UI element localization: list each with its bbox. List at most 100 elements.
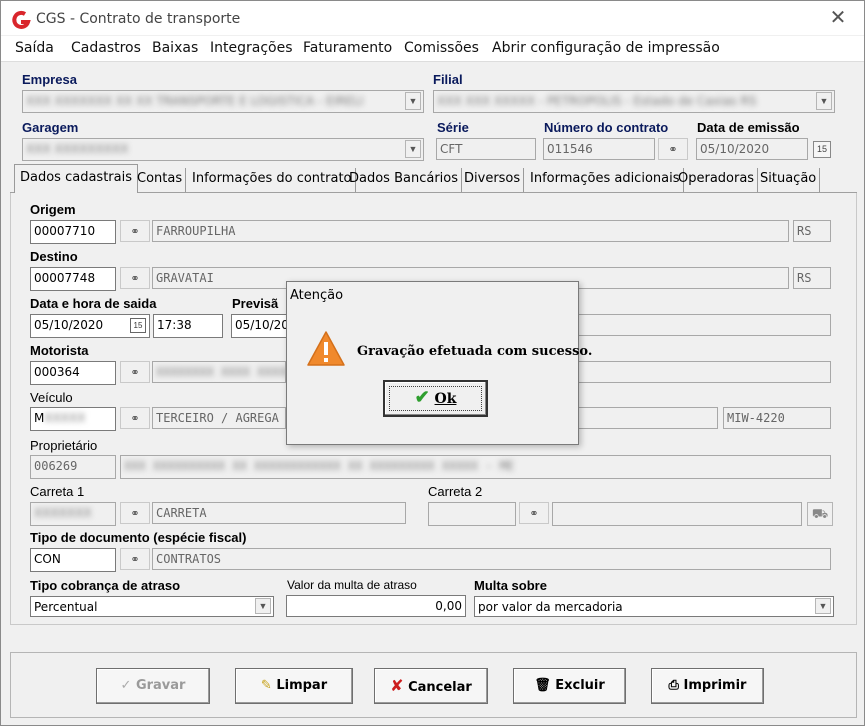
printer-icon: ⎙ bbox=[668, 678, 679, 693]
carreta2-code-field[interactable] bbox=[428, 502, 516, 526]
data-saida-label: Data e hora de saida bbox=[30, 296, 157, 311]
veiculo-type-field: TERCEIRO / AGREGA bbox=[152, 407, 286, 429]
carreta1-label: Carreta 1 bbox=[30, 484, 85, 499]
binoculars-search-icon[interactable]: ⚭ bbox=[120, 220, 150, 242]
gravar-button[interactable]: ✓ Gravar bbox=[96, 668, 210, 704]
numero-contrato-field[interactable]: 011546 bbox=[543, 138, 655, 160]
focus-ring bbox=[389, 386, 482, 411]
motorista-extra-field bbox=[577, 361, 831, 383]
empresa-select[interactable]: XXX XXXXXXX XX XX TRANSPORTE E LOGISTICA… bbox=[22, 90, 424, 113]
empresa-label: Empresa bbox=[22, 72, 77, 87]
garagem-select[interactable]: XXX XXXXXXXXX bbox=[22, 138, 424, 161]
binoculars-search-icon[interactable]: ⚭ bbox=[519, 502, 549, 524]
broom-icon: ✎ bbox=[260, 678, 272, 693]
tab-dados-bancarios[interactable]: Dados Bancários bbox=[346, 168, 463, 192]
binoculars-search-icon[interactable]: ⚭ bbox=[120, 267, 150, 289]
previsao-extra-field bbox=[577, 314, 831, 336]
tab-dados-cadastrais[interactable]: Dados cadastrais bbox=[14, 164, 138, 193]
veiculo-label: Veículo bbox=[30, 390, 73, 405]
tipo-documento-label: Tipo de documento (espécie fiscal) bbox=[30, 530, 247, 545]
tipo-cobranca-select[interactable]: Percentual bbox=[30, 596, 274, 617]
tab-contas[interactable]: Contas bbox=[134, 168, 187, 192]
chevron-down-icon[interactable]: ▼ bbox=[815, 598, 831, 614]
veiculo-extra-field bbox=[577, 407, 718, 429]
app-logo-icon bbox=[12, 10, 31, 29]
destino-code-field[interactable]: 00007748 bbox=[30, 267, 116, 291]
garagem-label: Garagem bbox=[22, 120, 79, 135]
carreta1-name-field: CARRETA bbox=[152, 502, 406, 524]
menu-faturamento[interactable]: Faturamento bbox=[303, 40, 392, 56]
serie-label: Série bbox=[437, 120, 469, 135]
origem-code-field[interactable]: 00007710 bbox=[30, 220, 116, 244]
menu-saida[interactable]: Saída bbox=[15, 40, 54, 56]
binoculars-search-icon[interactable]: ⚭ bbox=[120, 502, 150, 524]
motorista-code-field[interactable]: 000364 bbox=[30, 361, 116, 385]
data-emissao-label: Data de emissão bbox=[697, 120, 800, 135]
tab-diversos[interactable]: Diversos bbox=[461, 168, 525, 192]
valor-multa-field[interactable]: 0,00 bbox=[286, 595, 466, 617]
filial-label: Filial bbox=[433, 72, 463, 87]
binoculars-search-icon[interactable]: ⚭ bbox=[120, 407, 150, 429]
binoculars-search-icon[interactable]: ⚭ bbox=[658, 138, 688, 160]
check-icon: ✓ bbox=[120, 678, 132, 693]
warning-icon bbox=[307, 331, 345, 366]
tab-operadoras[interactable]: Operadoras bbox=[675, 168, 759, 192]
chevron-down-icon[interactable]: ▼ bbox=[255, 598, 271, 614]
origem-uf-field: RS bbox=[793, 220, 831, 242]
data-emissao-field[interactable]: 05/10/2020 bbox=[696, 138, 808, 160]
tab-informacoes-contrato[interactable]: Informações do contrato bbox=[189, 168, 356, 192]
chevron-down-icon[interactable]: ▼ bbox=[405, 140, 421, 158]
carreta1-code-field[interactable]: XXXXXXX bbox=[30, 502, 116, 526]
ok-button[interactable]: ✔ Ok bbox=[383, 380, 488, 417]
excluir-button[interactable]: 🗑 Excluir bbox=[513, 668, 626, 704]
proprietario-code-field: 006269 bbox=[30, 455, 116, 479]
close-x-icon: ✘ bbox=[390, 676, 404, 695]
veiculo-code-field[interactable]: MXXXXX bbox=[30, 407, 116, 431]
window-title: CGS - Contrato de transporte bbox=[36, 11, 241, 27]
limpar-button[interactable]: ✎ Limpar bbox=[235, 668, 353, 704]
chevron-down-icon[interactable]: ▼ bbox=[405, 92, 421, 110]
menu-comissoes[interactable]: Comissões bbox=[404, 40, 479, 56]
tipo-documento-code-field[interactable]: CON bbox=[30, 548, 116, 572]
dialog-message: Gravação efetuada com sucesso. bbox=[357, 344, 593, 359]
menu-baixas[interactable]: Baixas bbox=[152, 40, 198, 56]
veiculo-plate-field: MIW-4220 bbox=[723, 407, 831, 429]
destino-label: Destino bbox=[30, 249, 78, 264]
truck-icon[interactable]: ⛟ bbox=[807, 502, 833, 526]
destino-uf-field: RS bbox=[793, 267, 831, 289]
close-icon[interactable]: ✕ bbox=[827, 7, 849, 29]
previsao-date-field[interactable]: 05/10/20 bbox=[231, 314, 291, 338]
menu-configuracao-impressao[interactable]: Abrir configuração de impressão bbox=[492, 40, 720, 56]
filial-select[interactable]: XXX XXX XXXXX - PETROPOLIS - Estado de C… bbox=[433, 90, 835, 113]
serie-field[interactable]: CFT bbox=[436, 138, 536, 160]
multa-sobre-label: Multa sobre bbox=[474, 578, 547, 593]
motorista-label: Motorista bbox=[30, 343, 89, 358]
previsao-label: Previsã bbox=[232, 296, 279, 311]
chevron-down-icon[interactable]: ▼ bbox=[816, 92, 832, 110]
menu-integracoes[interactable]: Integrações bbox=[210, 40, 293, 56]
calendar-icon[interactable]: 15 bbox=[130, 318, 146, 333]
multa-sobre-select[interactable]: por valor da mercadoria bbox=[474, 596, 834, 617]
trash-icon: 🗑 bbox=[534, 678, 551, 693]
calendar-icon[interactable]: 15 bbox=[813, 141, 831, 158]
tab-informacoes-adicionais[interactable]: Informações adicionais bbox=[527, 168, 684, 192]
hora-saida-field[interactable]: 17:38 bbox=[153, 314, 223, 338]
proprietario-label: Proprietário bbox=[30, 438, 98, 453]
carreta2-name-field bbox=[552, 502, 802, 526]
cancelar-button[interactable]: ✘ Cancelar bbox=[374, 668, 488, 704]
dialog-title: Atenção bbox=[290, 288, 344, 303]
valor-multa-label: Valor da multa de atraso bbox=[287, 578, 417, 592]
origem-name-field: FARROUPILHA bbox=[152, 220, 789, 242]
binoculars-search-icon[interactable]: ⚭ bbox=[120, 548, 150, 570]
binoculars-search-icon[interactable]: ⚭ bbox=[120, 361, 150, 383]
motorista-name-field: XXXXXXXX XXXX XXXXX bbox=[152, 361, 286, 383]
origem-label: Origem bbox=[30, 202, 76, 217]
carreta2-label: Carreta 2 bbox=[428, 484, 483, 499]
tab-situacao[interactable]: Situação bbox=[757, 168, 821, 192]
imprimir-button[interactable]: ⎙ Imprimir bbox=[651, 668, 764, 704]
menu-cadastros[interactable]: Cadastros bbox=[71, 40, 141, 56]
tipo-documento-name-field: CONTRATOS bbox=[152, 548, 831, 570]
tipo-cobranca-label: Tipo cobrança de atraso bbox=[30, 578, 181, 593]
proprietario-name-field: XXX XXXXXXXXXX XX XXXXXXXXXXXX XX XXXXXX… bbox=[120, 455, 831, 479]
numero-contrato-label: Número do contrato bbox=[544, 120, 669, 135]
